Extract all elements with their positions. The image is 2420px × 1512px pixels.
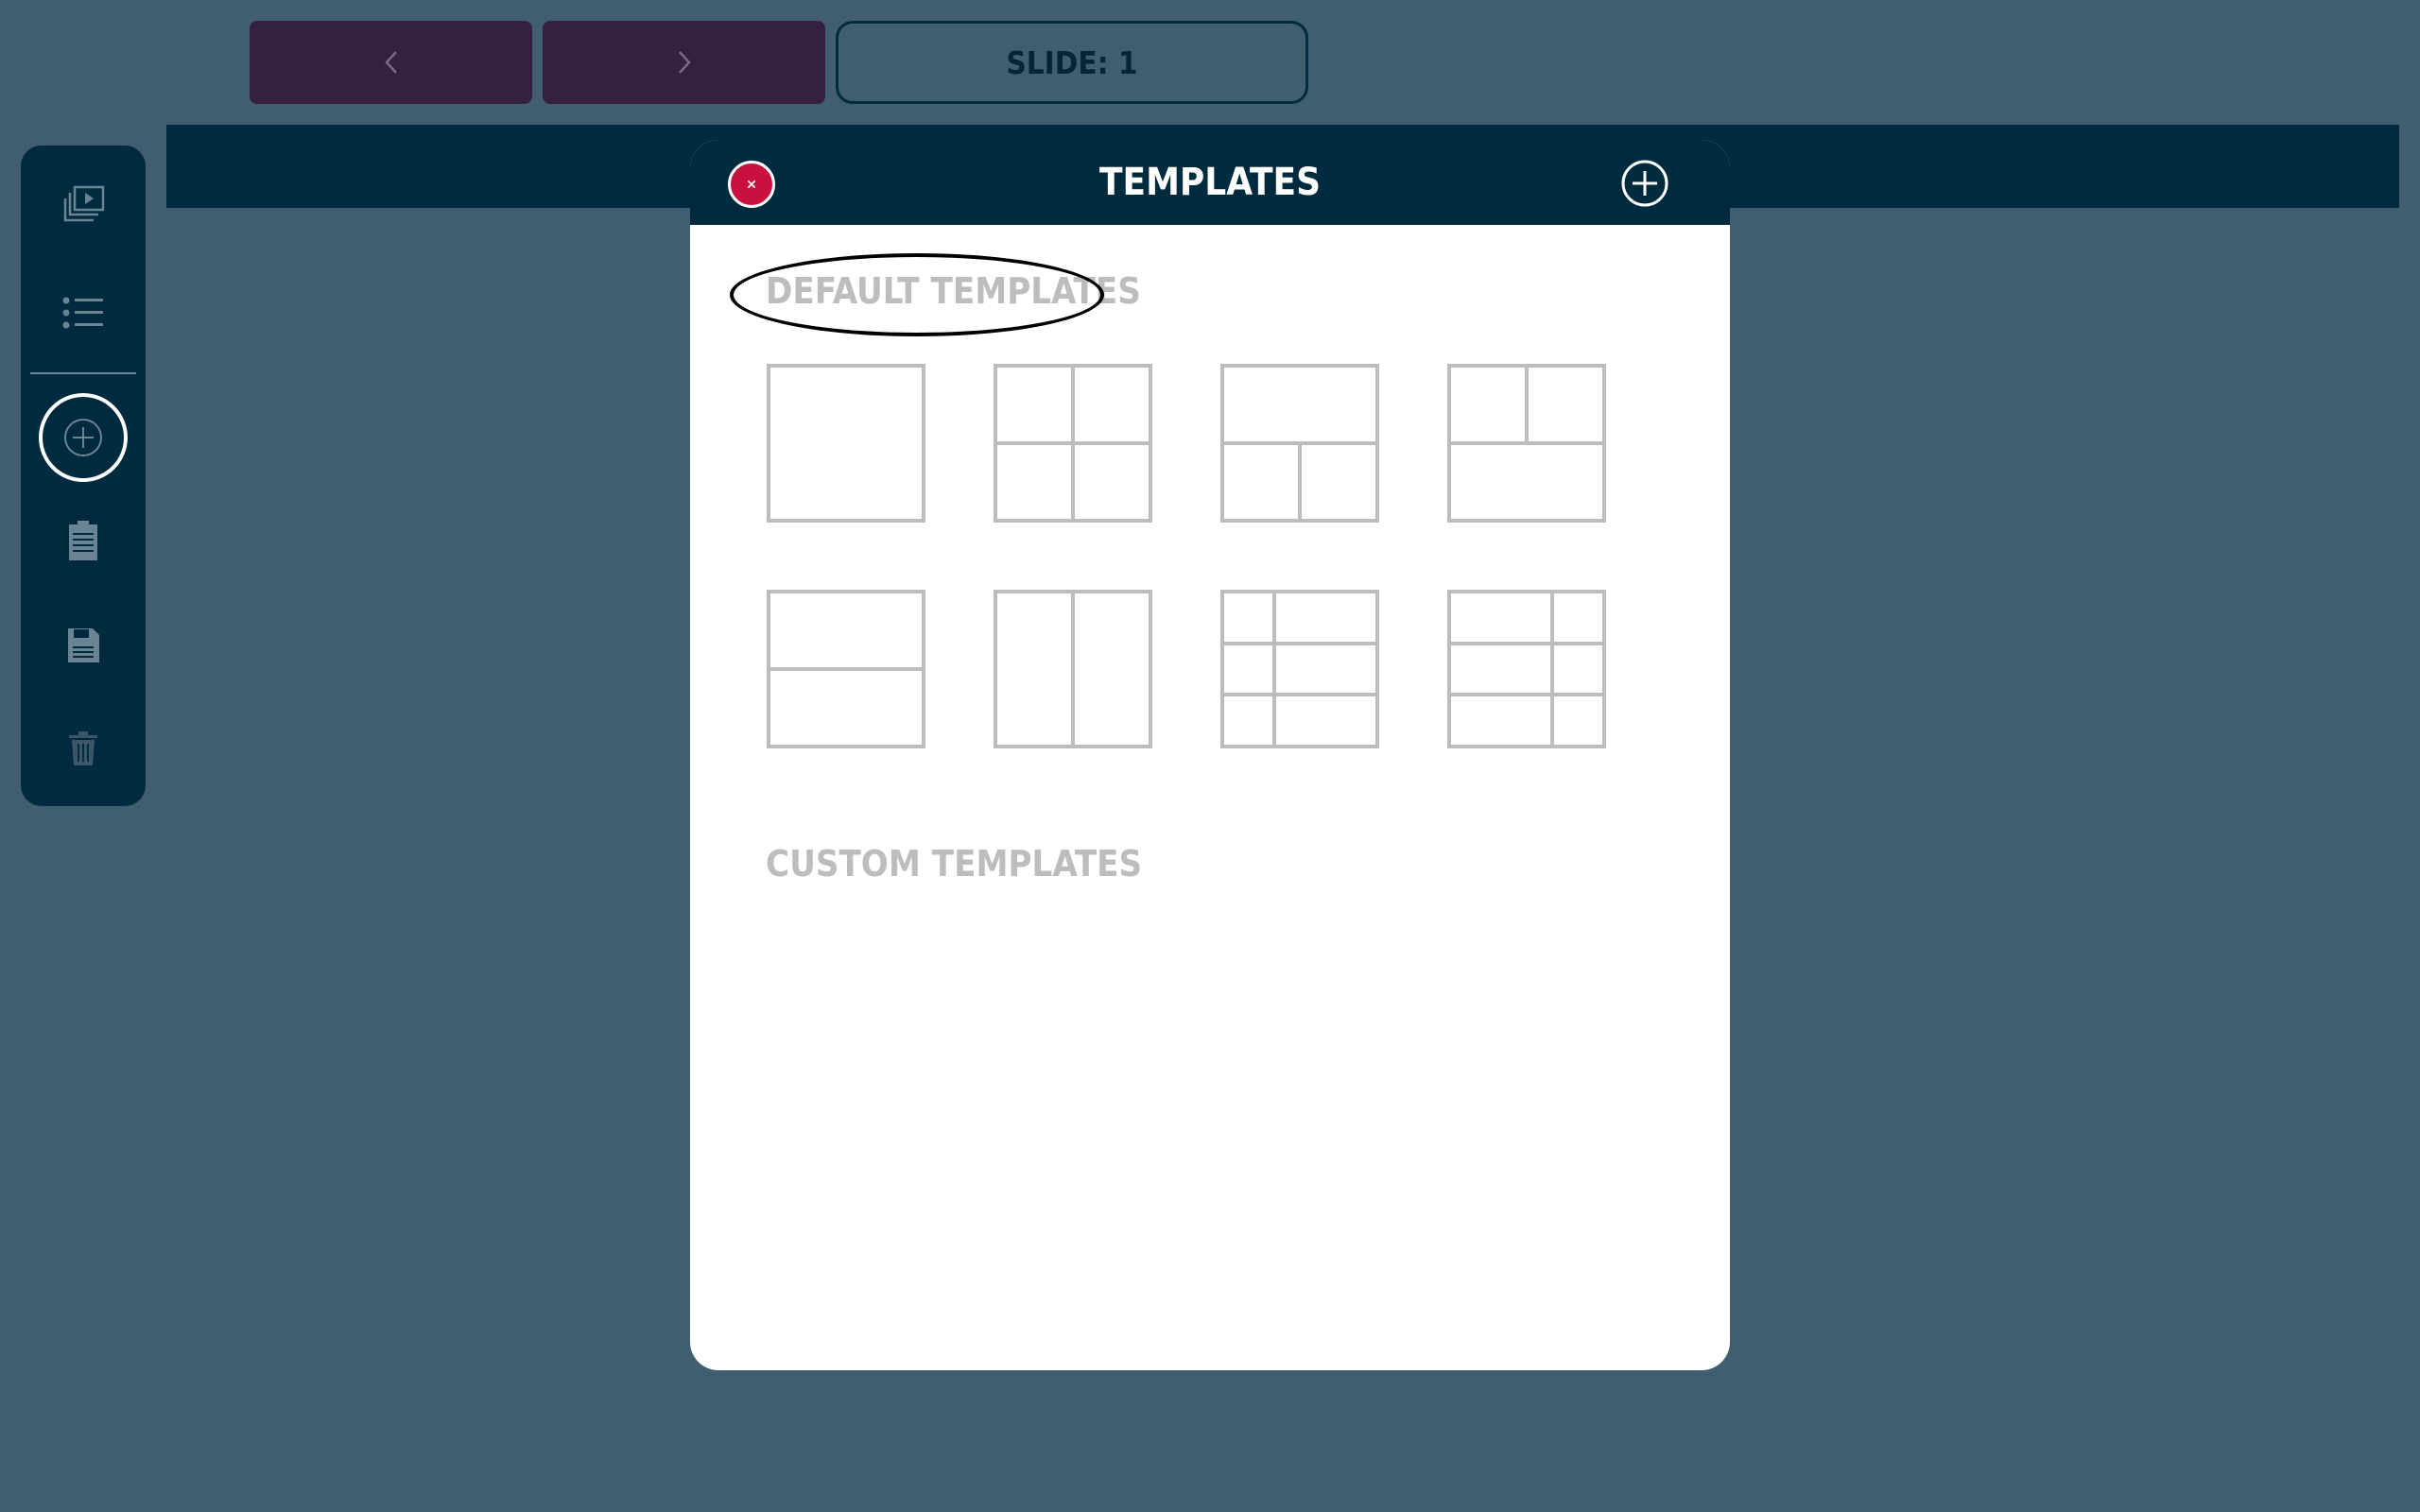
chevron-left-icon — [384, 51, 397, 74]
save-icon — [68, 628, 99, 662]
template-three-rows-right-narrow[interactable] — [1446, 589, 1607, 749]
sidebar-item-delete[interactable] — [21, 712, 146, 787]
previous-slide-button[interactable] — [250, 21, 532, 104]
add-template-button[interactable] — [1620, 159, 1669, 208]
slideshow-icon — [63, 185, 105, 222]
close-icon — [747, 180, 756, 189]
sidebar-item-list[interactable] — [21, 275, 146, 351]
close-button[interactable] — [728, 161, 775, 208]
sidebar-item-add[interactable] — [21, 400, 146, 475]
sidebar-item-clipboard[interactable] — [21, 504, 146, 579]
add-circle-icon — [64, 419, 102, 456]
add-circle-icon — [1621, 160, 1668, 207]
template-quad-grid[interactable] — [993, 363, 1153, 524]
sidebar-divider — [30, 372, 136, 374]
template-top-split-bottom-full[interactable] — [1446, 363, 1607, 524]
sidebar-item-slideshow[interactable] — [21, 169, 146, 245]
template-single[interactable] — [766, 363, 926, 524]
template-top-full-bottom-split[interactable] — [1219, 363, 1380, 524]
highlight-annotation — [730, 253, 1104, 336]
templates-dialog: TEMPLATES DEFAULT TEMPLATES CUSTOM TEMPL… — [690, 140, 1730, 1370]
custom-templates-heading: CUSTOM TEMPLATES — [766, 843, 1143, 885]
list-icon — [62, 297, 103, 329]
template-three-rows-left-narrow[interactable] — [1219, 589, 1380, 749]
trash-icon — [69, 731, 97, 765]
sidebar — [21, 146, 146, 806]
slide-indicator: SLIDE: 1 — [836, 21, 1308, 104]
next-slide-button[interactable] — [543, 21, 825, 104]
template-horizontal-halves[interactable] — [766, 589, 926, 749]
dialog-title: TEMPLATES — [1098, 161, 1322, 204]
clipboard-icon — [69, 521, 97, 560]
template-vertical-halves[interactable] — [993, 589, 1153, 749]
slide-label: SLIDE: 1 — [1006, 43, 1138, 81]
sidebar-item-save[interactable] — [21, 608, 146, 683]
chevron-right-icon — [678, 51, 691, 74]
